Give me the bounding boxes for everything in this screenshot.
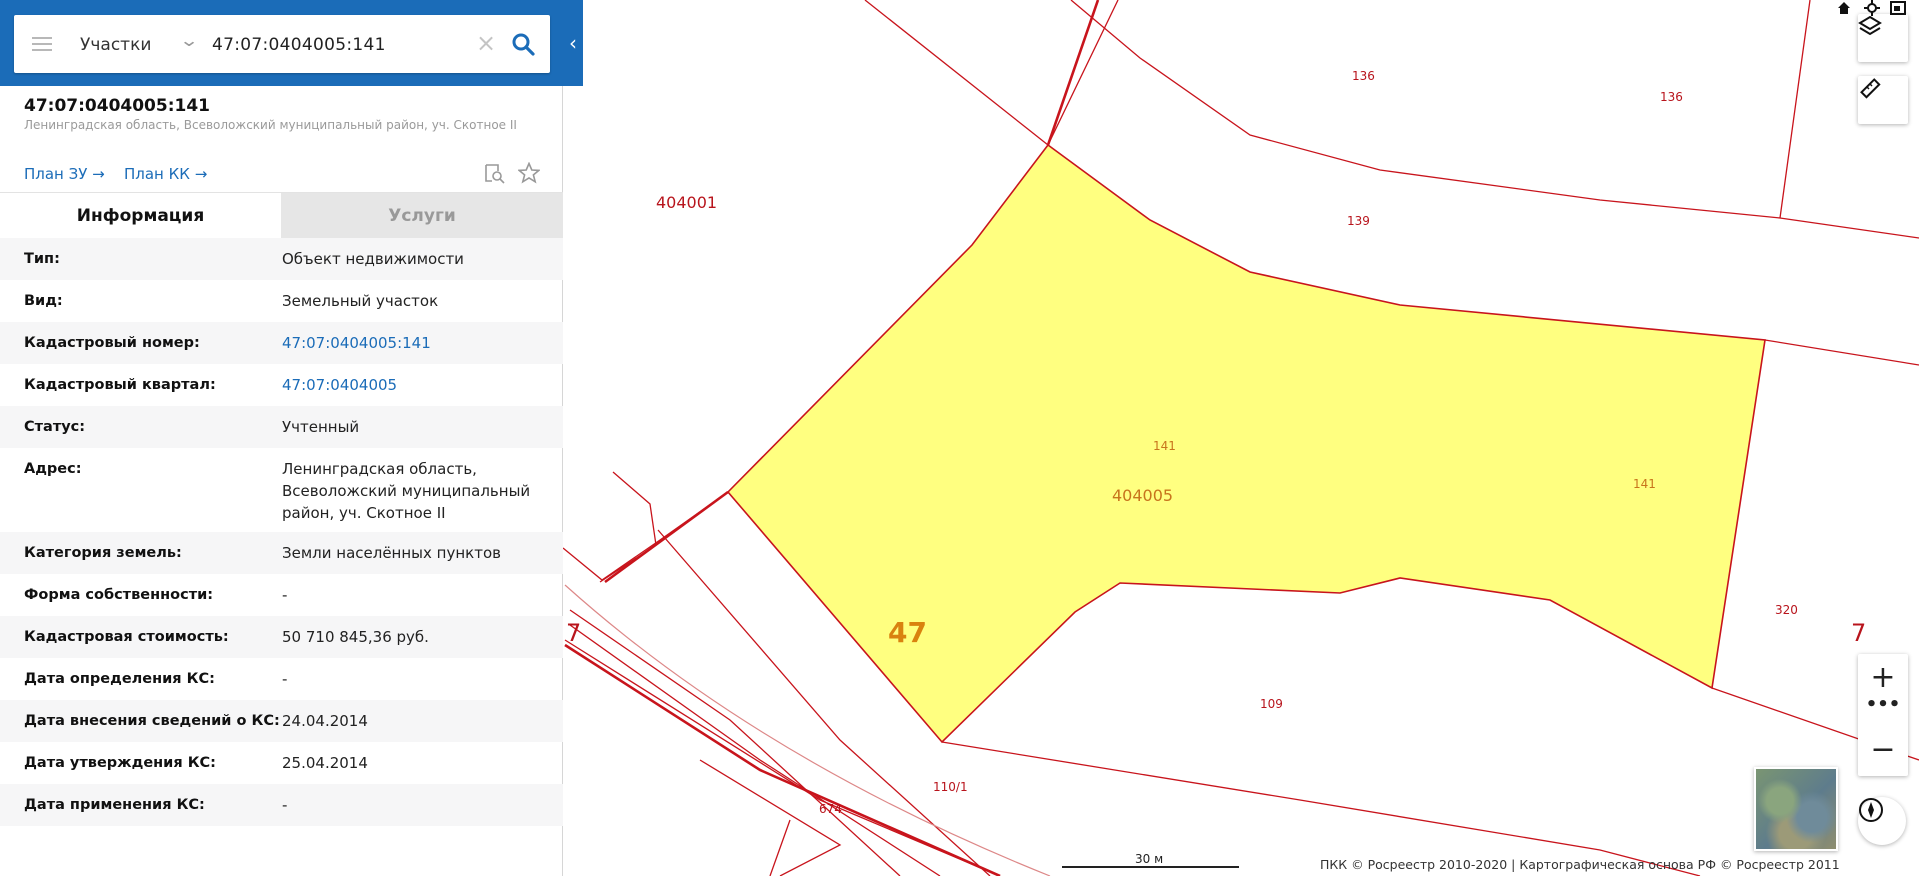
info-row-kind: Вид: Земельный участок <box>0 280 563 322</box>
cadastral-number-link[interactable]: 47:07:0404005:141 <box>282 332 537 354</box>
search-input[interactable]: 47:07:0404005:141 <box>212 35 386 55</box>
row-value: 24.04.2014 <box>282 712 368 730</box>
ruler-icon <box>1860 78 1881 99</box>
map-label-110: 110/1 <box>933 780 968 794</box>
home-icon[interactable] <box>1836 0 1852 16</box>
map-label-141b: 141 <box>1633 477 1656 491</box>
info-row-value-entered: Дата внесения сведений о КС: 24.04.2014 <box>0 700 563 742</box>
object-title: 47:07:0404005:141 <box>24 96 210 116</box>
collapse-panel-button[interactable]: ‹ <box>563 28 583 58</box>
map-label-139: 139 <box>1347 214 1370 228</box>
menu-icon[interactable] <box>32 37 52 51</box>
info-row-ownership: Форма собственности: - <box>0 574 563 616</box>
zoom-more-button[interactable]: ••• <box>1858 694 1908 715</box>
favorite-star-icon[interactable] <box>518 162 540 184</box>
row-label: Вид: <box>24 293 63 309</box>
info-table: Тип: Объект недвижимости Вид: Земельный … <box>0 238 563 826</box>
zoom-out-button[interactable]: − <box>1858 732 1908 767</box>
row-value: 50 710 845,36 руб. <box>282 628 429 646</box>
map-label-404001: 404001 <box>656 193 718 212</box>
search-box: Участки ⌄ 47:07:0404005:141 × <box>14 15 550 73</box>
chevron-down-icon[interactable]: ⌄ <box>179 31 199 51</box>
info-row-value-approved: Дата утверждения КС: 25.04.2014 <box>0 742 563 784</box>
row-label: Кадастровый квартал: <box>24 377 216 393</box>
tab-services[interactable]: Услуги <box>281 193 563 239</box>
row-value: Ленинградская область, Всеволожский муни… <box>282 460 531 522</box>
fullscreen-icon[interactable] <box>1890 0 1906 16</box>
map-label-141a: 141 <box>1153 439 1176 453</box>
search-icon[interactable] <box>511 32 535 56</box>
row-label: Адрес: <box>24 461 82 477</box>
info-row-cadastral-value: Кадастровая стоимость: 50 710 845,36 руб… <box>0 616 563 658</box>
row-label: Дата определения КС: <box>24 671 215 687</box>
measure-button[interactable] <box>1858 76 1908 124</box>
map-label-109: 109 <box>1260 697 1283 711</box>
map-label-404005: 404005 <box>1112 486 1174 505</box>
row-value: - <box>282 796 288 814</box>
info-row-value-applied: Дата применения КС: - <box>0 784 563 826</box>
compass-button[interactable] <box>1858 797 1906 845</box>
search-type-select[interactable]: Участки <box>80 35 151 55</box>
copyright-text: ПКК © Росреестр 2010-2020 | Картографиче… <box>1320 857 1840 872</box>
row-value: 25.04.2014 <box>282 754 368 772</box>
map-label-320: 320 <box>1775 603 1798 617</box>
tab-information[interactable]: Информация <box>0 193 281 239</box>
panel-tabs: Информация Услуги <box>0 192 563 239</box>
row-label: Форма собственности: <box>24 587 214 603</box>
row-label: Кадастровый номер: <box>24 335 200 351</box>
map-label-136b: 136 <box>1660 90 1683 104</box>
info-row-cadastral-number: Кадастровый номер: 47:07:0404005:141 <box>0 322 563 364</box>
map-label-7a: 7 <box>1851 619 1867 647</box>
map-label-136a: 136 <box>1352 69 1375 83</box>
zoom-in-button[interactable]: + <box>1858 660 1908 695</box>
info-panel: Участки ⌄ 47:07:0404005:141 × ‹ 47:07:04… <box>0 0 583 876</box>
info-row-value-determined: Дата определения КС: - <box>0 658 563 700</box>
row-value: Объект недвижимости <box>282 250 464 268</box>
row-label: Категория земель: <box>24 545 182 561</box>
search-header: Участки ⌄ 47:07:0404005:141 × ‹ <box>0 0 583 86</box>
row-value: - <box>282 586 288 604</box>
zoom-to-object-icon[interactable] <box>483 162 505 184</box>
info-row-address: Адрес: Ленинградская область, Всеволожск… <box>0 448 563 532</box>
map-label-7b: 7 <box>566 619 582 647</box>
scale-bar <box>1062 866 1239 868</box>
object-address: Ленинградская область, Всеволожский муни… <box>24 118 517 132</box>
map-label-674: 674 <box>819 802 842 816</box>
scale-label: 30 м <box>1135 852 1164 866</box>
layers-icon <box>1858 15 1882 36</box>
compass-icon <box>1859 798 1883 822</box>
clear-icon[interactable]: × <box>476 29 496 57</box>
map-label-47: 47 <box>888 616 927 649</box>
row-value: Земельный участок <box>282 292 439 310</box>
row-label: Дата применения КС: <box>24 797 205 813</box>
layers-button[interactable] <box>1858 14 1908 62</box>
minimap-thumbnail[interactable] <box>1754 767 1838 851</box>
selected-parcel <box>726 143 1766 744</box>
plan-zu-link[interactable]: План ЗУ → <box>24 165 105 183</box>
info-row-cadastral-quarter: Кадастровый квартал: 47:07:0404005 <box>0 364 563 406</box>
row-label: Статус: <box>24 419 86 435</box>
row-value: - <box>282 670 288 688</box>
info-row-land-category: Категория земель: Земли населённых пункт… <box>0 532 563 574</box>
row-label: Дата утверждения КС: <box>24 755 216 771</box>
zoom-control: + ••• − <box>1858 654 1908 776</box>
row-label: Кадастровая стоимость: <box>24 629 229 645</box>
info-row-status: Статус: Учтенный <box>0 406 563 448</box>
row-value: Земли населённых пунктов <box>282 544 501 562</box>
cadastral-quarter-link[interactable]: 47:07:0404005 <box>282 374 537 396</box>
row-value: Учтенный <box>282 418 360 436</box>
info-row-type: Тип: Объект недвижимости <box>0 238 563 280</box>
locate-icon[interactable] <box>1864 0 1880 16</box>
plan-kk-link[interactable]: План КК → <box>124 165 207 183</box>
row-label: Тип: <box>24 251 60 267</box>
row-label: Дата внесения сведений о КС: <box>24 713 280 729</box>
